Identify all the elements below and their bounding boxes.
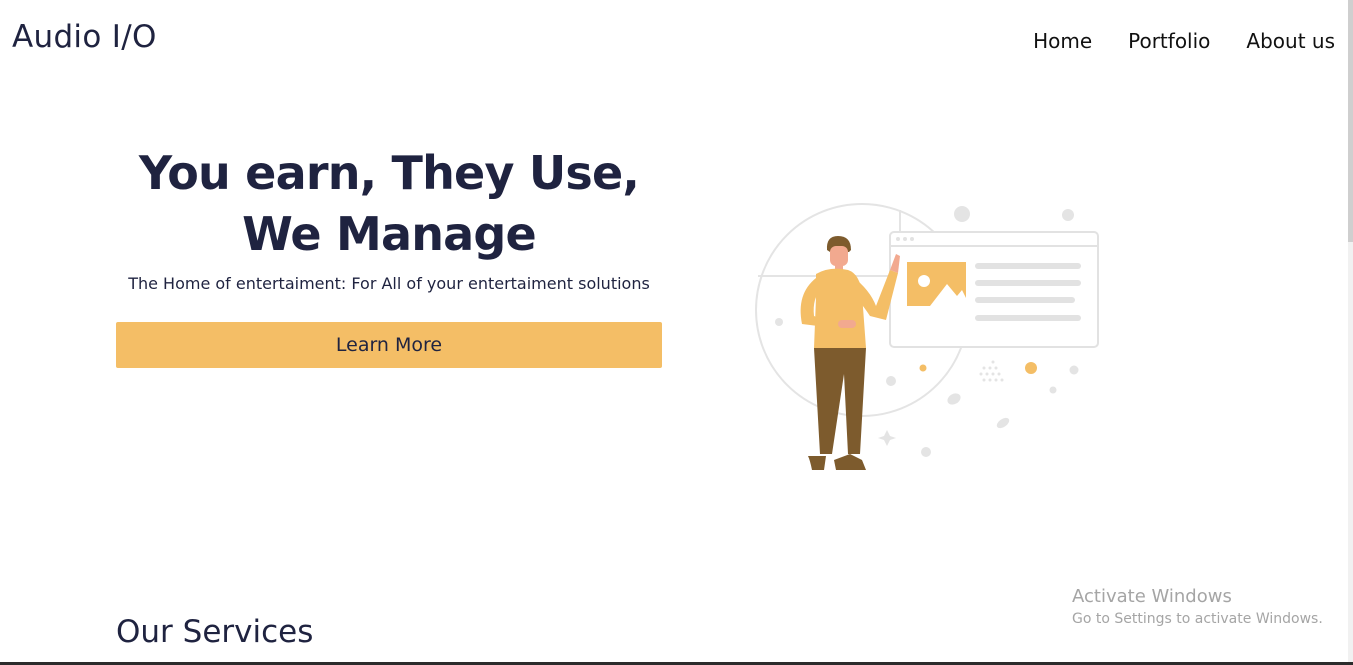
decor-dot [1049,386,1057,394]
decor-dot [1025,362,1037,374]
window-dot [910,237,914,241]
text-line [975,297,1075,303]
our-services-title: Our Services [116,614,314,650]
hero-subtitle: The Home of entertaiment: For All of you… [128,274,650,293]
person-hand [838,320,856,328]
decor-dot [775,318,783,326]
image-sun [918,275,930,287]
decor-dot [921,447,931,457]
activate-windows-title: Activate Windows [1072,586,1232,607]
page: Audio I/O Home Portfolio About us You ea… [0,0,1353,665]
window-dot [896,237,900,241]
hero-title-line-2: We Manage [242,207,537,261]
decor-dot [886,376,896,386]
hero-title: You earn, They Use, We Manage [116,143,662,265]
main-nav: Home Portfolio About us [1033,27,1335,55]
activate-windows-subtitle: Go to Settings to activate Windows. [1072,611,1323,627]
person-legs [814,348,866,454]
nav-link-portfolio[interactable]: Portfolio [1128,27,1210,55]
nav-link-about-us[interactable]: About us [1246,27,1335,55]
decor-leaf [996,417,1010,429]
nav-link-home[interactable]: Home [1033,27,1092,55]
decor-dot [1062,209,1074,221]
decor-dot [919,364,927,372]
decor-dot [954,206,970,222]
text-line [975,263,1081,269]
brand-logo[interactable]: Audio I/O [12,17,157,57]
person-shoe-left [808,456,826,470]
hero-title-line-1: You earn, They Use, [138,146,640,200]
scrollbar[interactable] [1348,0,1353,665]
hero-illustration [755,203,1099,470]
person-torso [814,268,866,348]
text-line [975,315,1081,321]
person-shoe-right [834,454,866,470]
sparkle-icon [878,430,896,446]
window-dot [903,237,907,241]
decor-dot [1069,365,1079,375]
learn-more-button[interactable]: Learn More [116,322,662,368]
text-line [975,280,1081,286]
dot-grid [979,360,1004,382]
scrollbar-thumb[interactable] [1348,0,1353,242]
decor-leaf [947,393,961,405]
activate-windows-watermark: Activate Windows Go to Settings to activ… [1072,585,1323,629]
